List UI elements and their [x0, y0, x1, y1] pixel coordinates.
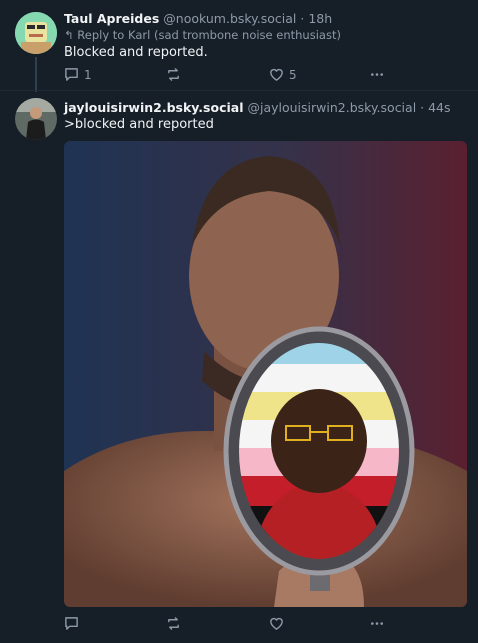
repost-button[interactable] [166, 67, 186, 82]
heart-icon [270, 68, 283, 81]
reply-count: 1 [84, 67, 92, 82]
like-count: 5 [289, 67, 297, 82]
more-icon [371, 73, 383, 76]
image-mirror-meme [64, 141, 467, 607]
post-header: Taul Apreides @nookum.bsky.social · 18h [64, 11, 332, 26]
post-actions: 1 5 [64, 67, 404, 83]
thread-line [35, 57, 37, 92]
repost-icon [168, 617, 179, 630]
avatar-image [15, 12, 57, 54]
heart-icon [270, 617, 283, 630]
avatar-image [15, 98, 57, 140]
post-header: jaylouisirwin2.bsky.social @jaylouisirwi… [64, 100, 451, 115]
reply-icon [65, 617, 78, 630]
more-button[interactable] [369, 616, 385, 631]
parent-post[interactable]: Taul Apreides @nookum.bsky.social · 18h … [0, 0, 478, 92]
author-avatar[interactable] [15, 98, 57, 140]
reply-to-text: Reply to Karl (sad trombone noise enthus… [77, 28, 341, 42]
author-name[interactable]: jaylouisirwin2.bsky.social [64, 100, 244, 115]
author-avatar[interactable] [15, 12, 57, 54]
reply-button[interactable] [64, 616, 84, 631]
like-button[interactable]: 5 [269, 67, 297, 82]
post-text: >blocked and reported [64, 117, 214, 132]
post-actions [64, 616, 404, 632]
post-image[interactable] [64, 141, 467, 607]
more-icon [371, 622, 383, 625]
reply-icon [65, 68, 78, 81]
reply-button[interactable]: 1 [64, 67, 92, 82]
like-button[interactable] [269, 616, 289, 631]
author-handle[interactable]: @nookum.bsky.social [163, 11, 296, 26]
repost-button[interactable] [166, 616, 186, 631]
author-handle[interactable]: @jaylouisirwin2.bsky.social [247, 100, 416, 115]
more-button[interactable] [369, 67, 385, 82]
reply-post[interactable]: jaylouisirwin2.bsky.social @jaylouisirwi… [0, 90, 478, 643]
repost-icon [168, 68, 179, 81]
author-name[interactable]: Taul Apreides [64, 11, 159, 26]
post-time[interactable]: · 44s [420, 100, 450, 115]
reply-indicator[interactable]: ↰ Reply to Karl (sad trombone noise enth… [64, 28, 341, 42]
post-time[interactable]: · 18h [300, 11, 332, 26]
reply-arrow-icon: ↰ [64, 28, 74, 42]
post-text: Blocked and reported. [64, 45, 208, 60]
